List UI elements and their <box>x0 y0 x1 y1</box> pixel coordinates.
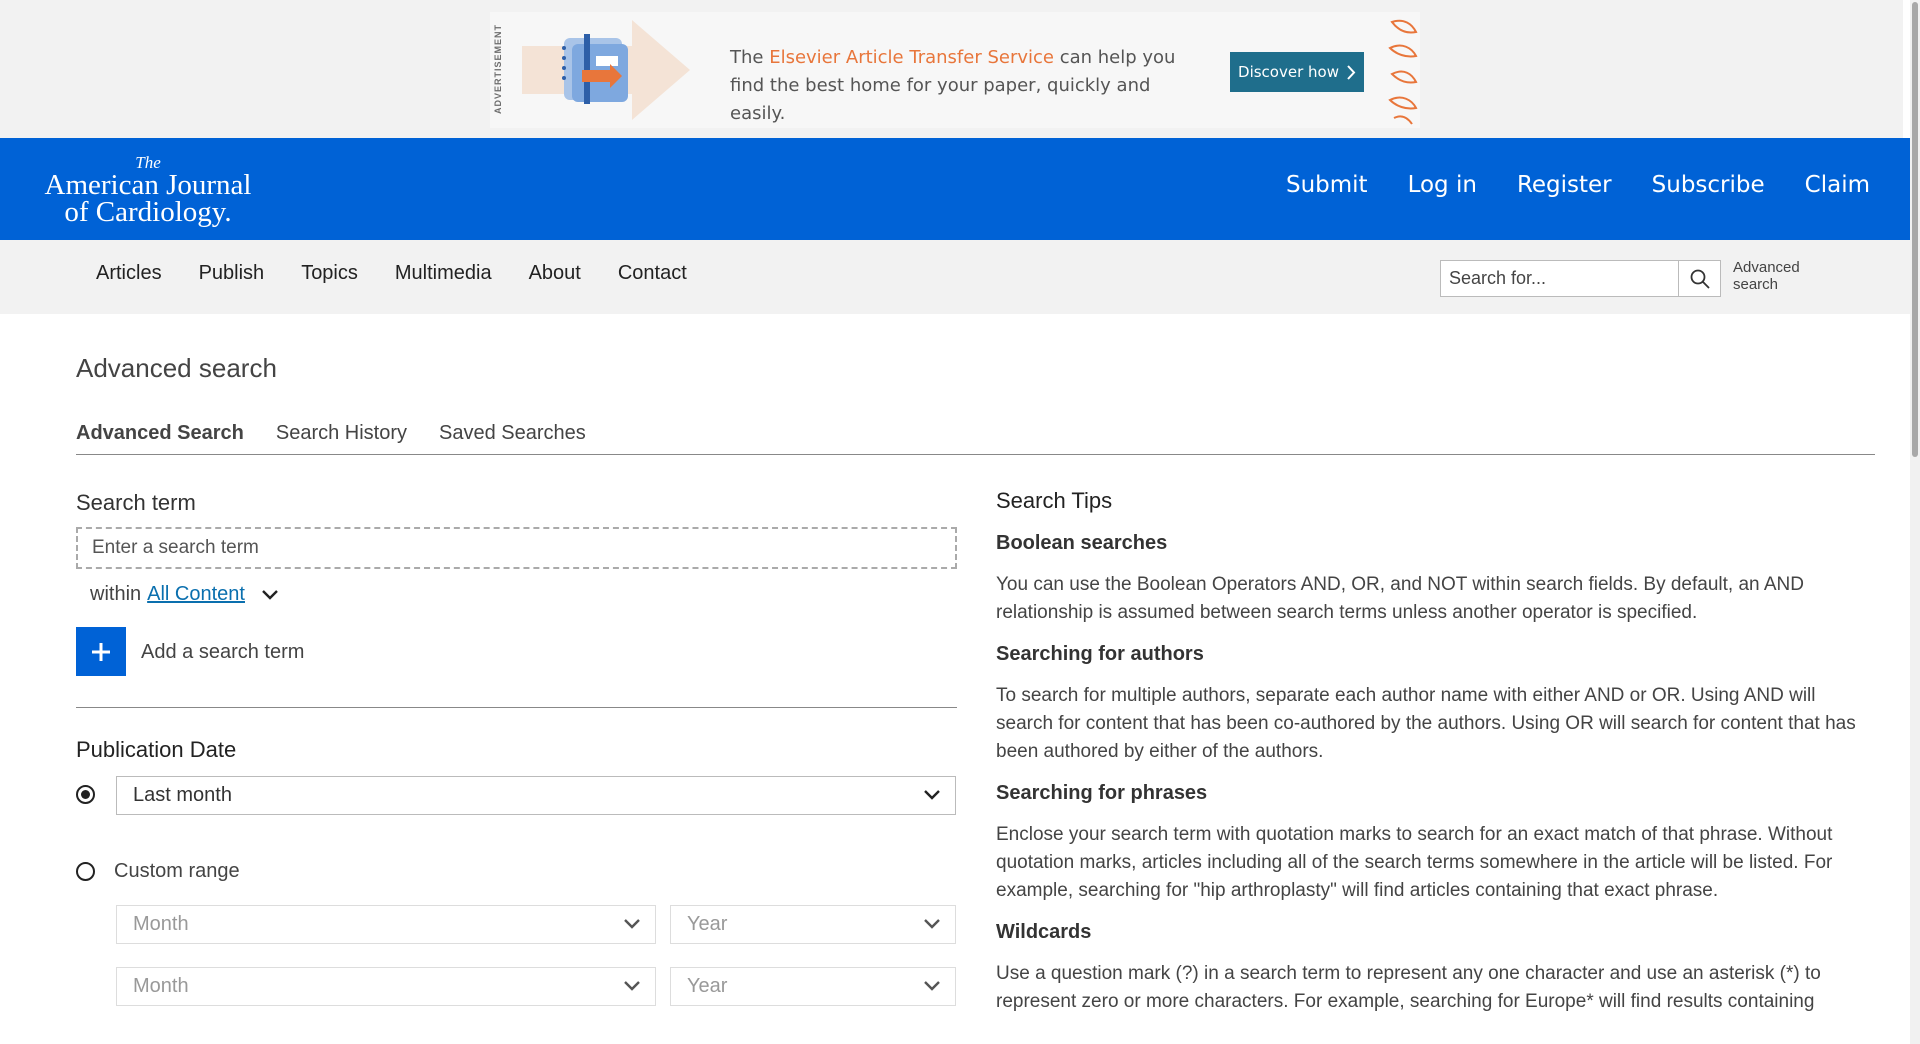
tip-heading: Searching for phrases <box>996 782 1208 804</box>
nav-multimedia[interactable]: Multimedia <box>395 262 492 285</box>
form-divider <box>76 707 957 708</box>
nav-contact[interactable]: Contact <box>618 262 687 285</box>
chevron-down-icon <box>624 981 640 991</box>
tab-search-history[interactable]: Search History <box>276 422 407 445</box>
tip-body: Use a question mark (?) in a search term… <box>996 963 1821 1012</box>
search-tips: Search Tips Boolean searches You can use… <box>996 488 1876 1032</box>
chevron-down-icon[interactable] <box>261 589 279 601</box>
tip-heading: Searching for authors <box>996 643 1204 665</box>
chevron-down-icon <box>924 981 940 991</box>
nav-about[interactable]: About <box>529 262 581 285</box>
ad-text-highlight: Elsevier Article Transfer Service <box>769 47 1054 68</box>
search-icon <box>1690 269 1710 289</box>
tip-heading: Boolean searches <box>996 532 1168 554</box>
article-transfer-illustration-icon <box>522 20 690 120</box>
within-label: within <box>90 583 142 605</box>
tip-body: Enclose your search term with quotation … <box>996 824 1833 901</box>
chevron-down-icon <box>624 919 640 929</box>
custom-range-radio[interactable] <box>76 862 95 881</box>
scrollbar-thumb[interactable] <box>1912 2 1918 457</box>
start-year-select[interactable]: Year <box>670 905 956 944</box>
subscribe-link[interactable]: Subscribe <box>1652 172 1765 198</box>
ad-banner[interactable]: ADVERTISEMENT The Elsevier Article Trans… <box>490 12 1420 128</box>
tabs-divider <box>76 454 1875 455</box>
end-year-select[interactable]: Year <box>670 967 956 1006</box>
chevron-down-icon <box>924 790 940 800</box>
journal-logo[interactable]: The American Journal of Cardiology. <box>40 154 256 227</box>
publication-date-label: Publication Date <box>76 737 237 762</box>
tab-advanced-search[interactable]: Advanced Search <box>76 422 244 445</box>
nav-articles[interactable]: Articles <box>96 262 162 285</box>
tip-body: You can use the Boolean Operators AND, O… <box>996 574 1804 623</box>
account-nav: Submit Log in Register Subscribe Claim <box>1286 172 1870 198</box>
claim-link[interactable]: Claim <box>1805 172 1870 198</box>
tab-saved-searches[interactable]: Saved Searches <box>439 422 586 445</box>
main-nav: Articles Publish Topics Multimedia About… <box>96 262 687 285</box>
page-scrollbar[interactable] <box>1910 0 1920 1044</box>
search-tabs: Advanced Search Search History Saved Sea… <box>76 422 586 445</box>
last-period-select[interactable]: Last month <box>116 776 956 815</box>
end-month-select[interactable]: Month <box>116 967 656 1006</box>
search-term-label: Search term <box>76 490 196 515</box>
plus-icon <box>92 642 110 661</box>
tip-heading: Wildcards <box>996 921 1092 943</box>
submit-link[interactable]: Submit <box>1286 172 1368 198</box>
tip-body: To search for multiple authors, separate… <box>996 685 1856 762</box>
quick-search-button[interactable] <box>1678 261 1720 296</box>
page-title: Advanced search <box>76 353 277 383</box>
discover-how-button[interactable]: Discover how <box>1230 52 1364 92</box>
nav-publish[interactable]: Publish <box>199 262 265 285</box>
add-search-term-label[interactable]: Add a search term <box>141 641 304 664</box>
ad-banner-bar: ADVERTISEMENT The Elsevier Article Trans… <box>0 0 1903 138</box>
quick-search-input[interactable] <box>1441 261 1677 296</box>
leaves-decoration-icon <box>1388 19 1418 125</box>
advanced-search-link[interactable]: Advanced search <box>1733 259 1813 293</box>
chevron-down-icon <box>924 919 940 929</box>
within-content-dropdown[interactable]: All Content <box>147 583 245 606</box>
login-link[interactable]: Log in <box>1408 172 1477 198</box>
custom-range-label[interactable]: Custom range <box>114 860 240 883</box>
register-link[interactable]: Register <box>1517 172 1612 198</box>
ad-text: The Elsevier Article Transfer Service ca… <box>730 47 1176 124</box>
search-tips-title: Search Tips <box>996 488 1113 513</box>
nav-topics[interactable]: Topics <box>301 262 358 285</box>
main-navigation-bar: Articles Publish Topics Multimedia About… <box>0 240 1910 314</box>
ad-tag: ADVERTISEMENT <box>493 24 503 115</box>
last-period-radio[interactable] <box>76 785 95 804</box>
quick-search <box>1440 260 1721 297</box>
add-search-term-button[interactable] <box>76 627 126 676</box>
within-selector: within All Content <box>90 583 279 606</box>
chevron-right-icon <box>1347 64 1356 80</box>
site-header: The American Journal of Cardiology. Subm… <box>0 138 1910 240</box>
start-month-select[interactable]: Month <box>116 905 656 944</box>
search-term-input[interactable] <box>76 527 957 569</box>
